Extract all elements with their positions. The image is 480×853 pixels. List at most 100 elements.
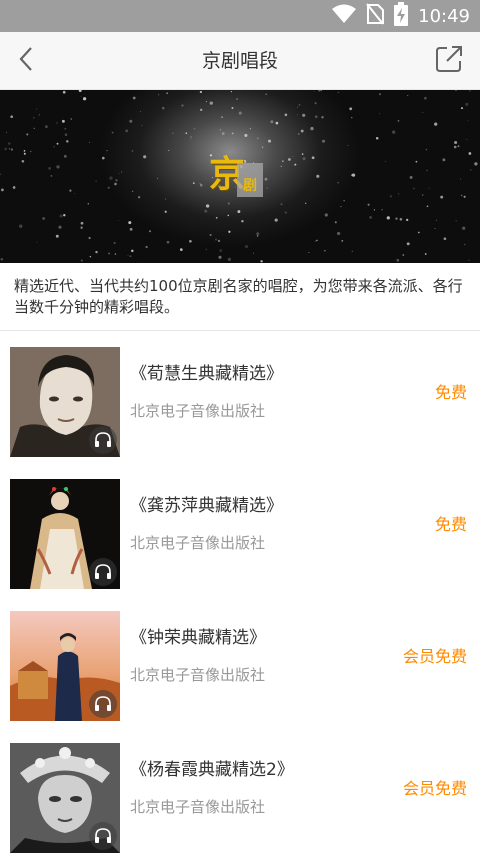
sparkle-dot <box>59 214 63 218</box>
sparkle-dot <box>237 210 241 214</box>
sparkle-dot <box>114 253 117 255</box>
sparkle-dot <box>80 95 82 98</box>
album-item-3[interactable]: 《杨春霞典藏精选2》 北京电子音像出版社 会员免费 <box>0 743 480 853</box>
sparkle-dot <box>166 240 170 244</box>
sparkle-dot <box>161 106 165 110</box>
sparkle-dot <box>128 221 132 225</box>
sparkle-dot <box>249 128 251 130</box>
sparkle-dot <box>322 139 325 143</box>
sparkle-dot <box>381 209 383 211</box>
sparkle-dot <box>337 91 339 94</box>
sparkle-dot <box>129 255 132 258</box>
sparkle-dot <box>131 150 134 152</box>
sparkle-dot <box>87 203 90 205</box>
sparkle-dot <box>305 202 307 204</box>
sparkle-dot <box>149 230 151 233</box>
sparkle-dot <box>5 131 8 133</box>
sparkle-dot <box>466 138 468 140</box>
sparkle-dot <box>296 114 298 116</box>
sparkle-dot <box>80 226 83 229</box>
sparkle-dot <box>468 152 472 155</box>
sparkle-dot <box>107 186 110 189</box>
sparkle-dot <box>324 213 328 217</box>
sparkle-dot <box>265 93 268 96</box>
sparkle-dot <box>460 107 464 110</box>
album-title: 《钟荣典藏精选》 <box>130 628 266 648</box>
sparkle-dot <box>88 236 91 240</box>
sparkle-dot <box>470 169 472 171</box>
sparkle-dot <box>21 160 25 163</box>
sparkle-dot <box>8 148 10 150</box>
sparkle-dot <box>270 120 274 124</box>
sparkle-dot <box>314 115 318 118</box>
sparkle-dot <box>426 169 428 172</box>
sparkle-dot <box>340 206 342 208</box>
sparkle-dot <box>0 258 4 261</box>
sparkle-dot <box>137 196 141 199</box>
sparkle-dot <box>341 240 344 242</box>
sparkle-dot <box>324 250 326 252</box>
status-time: 10:49 <box>418 5 470 27</box>
sparkle-dot <box>351 117 353 119</box>
sparkle-dot <box>367 203 370 206</box>
sparkle-dot <box>63 154 67 158</box>
sparkle-dot <box>88 142 90 144</box>
sparkle-dot <box>132 96 136 100</box>
sparkle-dot <box>58 225 62 229</box>
status-icons: 10:49 <box>332 0 470 32</box>
sparkle-dot <box>33 127 35 129</box>
sparkle-dot <box>53 146 55 148</box>
sparkle-dot <box>200 108 203 112</box>
album-item-2[interactable]: 《钟荣典藏精选》 北京电子音像出版社 会员免费 <box>0 611 480 741</box>
sparkle-dot <box>63 214 66 217</box>
sparkle-dot <box>70 118 73 120</box>
sparkle-dot <box>181 104 184 107</box>
album-cover <box>10 347 120 457</box>
album-title: 《杨春霞典藏精选2》 <box>130 760 294 780</box>
price-badge: 免费 <box>434 383 467 402</box>
sparkle-dot <box>131 249 134 253</box>
sparkle-dot <box>413 187 415 190</box>
sparkle-dot <box>221 132 225 135</box>
sparkle-dot <box>422 111 424 113</box>
sparkle-dot <box>378 112 381 115</box>
sparkle-dot <box>38 114 40 116</box>
sparkle-dot <box>425 148 428 151</box>
sparkle-dot <box>95 180 97 183</box>
sparkle-dot <box>316 174 320 178</box>
sparkle-dot <box>172 132 174 135</box>
headphone-icon <box>89 558 117 586</box>
headphone-icon <box>89 822 117 850</box>
album-item-1[interactable]: 《龚苏萍典藏精选》 北京电子音像出版社 免费 <box>0 479 480 609</box>
sparkle-dot <box>55 234 59 238</box>
album-item-0[interactable]: 《荀慧生典藏精选》 北京电子音像出版社 免费 <box>0 347 480 477</box>
sparkle-dot <box>115 179 118 182</box>
sparkle-dot <box>316 239 318 242</box>
sparkle-dot <box>274 218 278 222</box>
back-button[interactable] <box>6 41 46 81</box>
sparkle-dot <box>129 227 133 231</box>
banner-image[interactable]: 京 剧 <box>0 90 480 263</box>
no-sim-icon <box>366 3 385 29</box>
sparkle-dot <box>343 199 345 202</box>
chevron-left-icon <box>18 46 34 76</box>
album-publisher: 北京电子音像出版社 <box>130 402 266 420</box>
sparkle-dot <box>145 245 148 249</box>
sparkle-dot <box>56 122 58 124</box>
sparkle-dot <box>244 244 249 249</box>
sparkle-dot <box>465 102 469 106</box>
sparkle-dot <box>406 242 410 246</box>
sparkle-dot <box>230 90 233 93</box>
sparkle-dot <box>409 175 413 179</box>
sparkle-dot <box>453 145 457 149</box>
sparkle-dot <box>8 142 11 145</box>
sparkle-dot <box>282 160 284 162</box>
status-bar: 10:49 <box>0 0 480 32</box>
sparkle-dot <box>61 119 65 123</box>
share-button[interactable] <box>430 42 468 80</box>
sparkle-dot <box>302 113 306 117</box>
sparkle-dot <box>428 187 430 189</box>
sparkle-dot <box>231 132 234 135</box>
sparkle-dot <box>217 239 221 243</box>
album-cover <box>10 479 120 589</box>
